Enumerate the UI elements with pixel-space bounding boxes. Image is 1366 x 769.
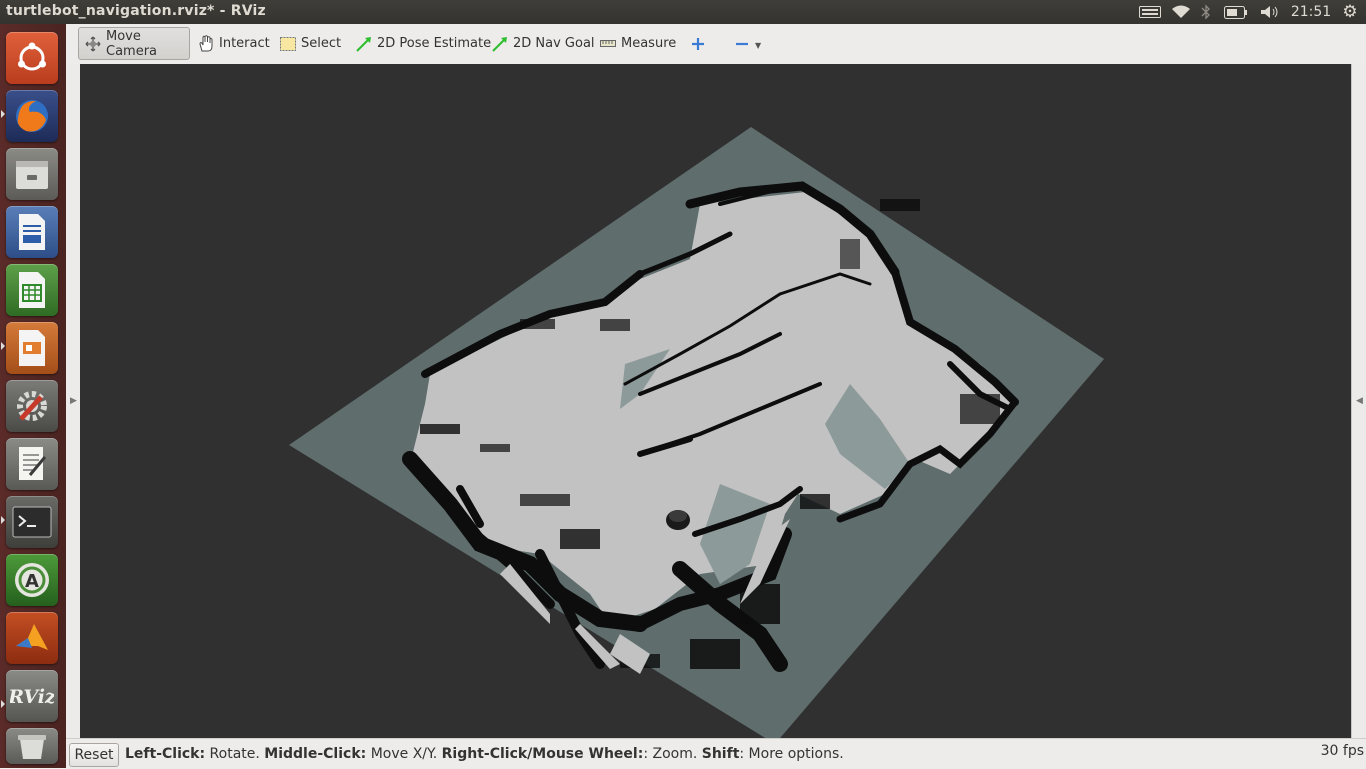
impress-icon[interactable] bbox=[6, 322, 58, 374]
expand-right-arrow-icon[interactable]: ◀ bbox=[1356, 396, 1363, 406]
hint-shift-action: : More options. bbox=[739, 746, 844, 762]
keyboard-icon[interactable] bbox=[1137, 0, 1163, 24]
window-title: turtlebot_navigation.rviz* - RViz bbox=[6, 3, 266, 19]
pose-estimate-arrow-icon bbox=[356, 36, 372, 52]
mouse-hint-text: Left-Click: Rotate. Middle-Click: Move X… bbox=[125, 746, 844, 762]
remove-tool-button[interactable]: ▼ bbox=[734, 27, 761, 60]
turtlebot-robot bbox=[666, 510, 690, 530]
hand-icon bbox=[198, 35, 214, 52]
unity-launcher: A RViz bbox=[0, 24, 66, 768]
matlab-icon[interactable] bbox=[6, 612, 58, 664]
measure-label: Measure bbox=[621, 36, 677, 51]
expand-left-arrow-icon[interactable]: ▶ bbox=[70, 396, 77, 406]
right-dock-splitter[interactable]: ◀ bbox=[1351, 64, 1366, 738]
running-indicator bbox=[1, 516, 5, 524]
plus-icon bbox=[690, 36, 706, 52]
running-indicator bbox=[1, 700, 5, 708]
status-bar: Reset Left-Click: Rotate. Middle-Click: … bbox=[66, 738, 1366, 769]
writer-icon[interactable] bbox=[6, 206, 58, 258]
reset-button[interactable]: Reset bbox=[69, 743, 119, 767]
hint-right-label: Right-Click/Mouse Wheel: bbox=[441, 746, 644, 762]
bluetooth-icon[interactable] bbox=[1198, 0, 1214, 24]
ruler-icon bbox=[600, 36, 616, 52]
chevron-down-icon: ▼ bbox=[755, 41, 762, 50]
system-settings-icon[interactable] bbox=[6, 380, 58, 432]
move-camera-label: Move Camera bbox=[106, 28, 158, 59]
left-dock-splitter[interactable]: ▶ bbox=[66, 64, 81, 738]
volume-icon[interactable] bbox=[1258, 0, 1282, 24]
pose-estimate-tool[interactable]: 2D Pose Estimate bbox=[356, 27, 491, 60]
fps-counter: 30 fps bbox=[1320, 743, 1364, 759]
select-box-icon bbox=[280, 36, 296, 52]
nav-goal-label: 2D Nav Goal bbox=[513, 36, 595, 51]
nav-goal-tool[interactable]: 2D Nav Goal bbox=[492, 27, 595, 60]
measure-tool[interactable]: Measure bbox=[600, 27, 676, 60]
battery-icon[interactable] bbox=[1222, 0, 1250, 24]
terminal-icon[interactable] bbox=[6, 496, 58, 548]
tool-toolbar: Move Camera Interact Select 2D Pose Esti… bbox=[66, 24, 1366, 65]
rviz-icon[interactable]: RViz bbox=[6, 670, 58, 722]
top-panel: turtlebot_navigation.rviz* - RViz 21:51 … bbox=[0, 0, 1366, 24]
occupancy-map bbox=[289, 127, 1104, 738]
select-tool[interactable]: Select bbox=[280, 27, 341, 60]
firefox-icon[interactable] bbox=[6, 90, 58, 142]
interact-label: Interact bbox=[219, 36, 270, 51]
minus-icon bbox=[734, 36, 750, 52]
hint-right-action: : Zoom. bbox=[643, 746, 702, 762]
hint-left-label: Left-Click: bbox=[125, 746, 206, 762]
wifi-icon[interactable] bbox=[1170, 0, 1192, 24]
select-label: Select bbox=[301, 36, 342, 51]
hint-shift-label: Shift bbox=[701, 746, 740, 762]
running-indicator bbox=[1, 110, 5, 118]
running-indicator bbox=[1, 342, 5, 350]
svg-text:A: A bbox=[25, 571, 39, 592]
hint-middle-action: Move X/Y. bbox=[366, 746, 442, 762]
trash-icon[interactable] bbox=[6, 728, 58, 764]
clock[interactable]: 21:51 bbox=[1290, 0, 1332, 24]
move-camera-tool[interactable]: Move Camera bbox=[78, 27, 190, 60]
hint-left-action: Rotate. bbox=[205, 746, 265, 762]
session-gear-icon[interactable]: ⚙ bbox=[1338, 0, 1362, 24]
interact-tool[interactable]: Interact bbox=[198, 27, 270, 60]
add-tool-button[interactable] bbox=[690, 27, 711, 60]
svg-text:RViz: RViz bbox=[10, 686, 54, 708]
calc-icon[interactable] bbox=[6, 264, 58, 316]
ubuntu-dash-icon[interactable] bbox=[6, 32, 58, 84]
nav-goal-arrow-icon bbox=[492, 36, 508, 52]
move-camera-icon bbox=[85, 36, 101, 52]
files-icon[interactable] bbox=[6, 148, 58, 200]
render-viewport[interactable] bbox=[80, 64, 1351, 738]
text-editor-icon[interactable] bbox=[6, 438, 58, 490]
hint-middle-label: Middle-Click: bbox=[264, 746, 367, 762]
pose-estimate-label: 2D Pose Estimate bbox=[377, 36, 492, 51]
software-updater-icon[interactable]: A bbox=[6, 554, 58, 606]
